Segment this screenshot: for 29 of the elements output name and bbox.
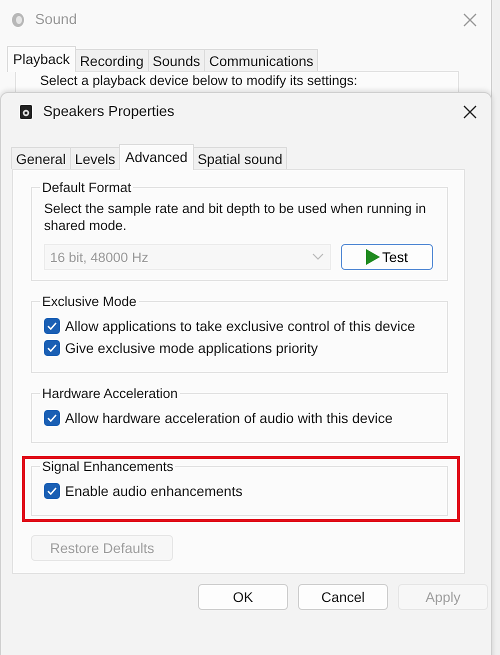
chevron-down-icon [312, 253, 324, 261]
checkbox-option[interactable]: Give exclusive mode applications priority [44, 340, 433, 356]
tab[interactable]: Spatial sound [192, 147, 288, 169]
window-title: Sound [35, 12, 78, 28]
group-title: Exclusive Mode [41, 294, 138, 309]
tab[interactable]: Playback [7, 46, 76, 72]
checkbox-option[interactable]: Allow applications to take exclusive control of this device [44, 318, 433, 334]
tab[interactable]: Recording [74, 49, 149, 71]
test-button[interactable]: Test [341, 244, 433, 270]
play-icon [366, 249, 380, 265]
checkbox[interactable] [44, 410, 60, 426]
tab[interactable]: General [11, 147, 71, 169]
tab[interactable]: Sounds [148, 49, 206, 71]
checkbox-option[interactable]: Enable audio enhancements [44, 483, 433, 499]
group-title: Hardware Acceleration [41, 386, 179, 401]
dialog-button[interactable]: OK [198, 584, 288, 610]
checkbox[interactable] [44, 318, 60, 334]
description-text: Select the sample rate and bit depth to be used when running in shared mode. [44, 200, 428, 234]
checkbox[interactable] [44, 483, 60, 499]
checkbox-option[interactable]: Allow hardware acceleration of audio with this device [44, 410, 433, 426]
group-title: Signal Enhancements [41, 459, 174, 474]
dialog-button[interactable]: Cancel [298, 584, 388, 610]
group-title: Default Format [41, 180, 132, 195]
tab[interactable]: Advanced [119, 144, 194, 170]
checkbox[interactable] [44, 340, 60, 356]
window-title: Speakers Properties [43, 104, 176, 120]
instruction-text: Select a playback device below to modify its settings: [40, 73, 358, 88]
close-icon[interactable] [463, 105, 477, 119]
tab[interactable]: Communications [204, 49, 318, 71]
